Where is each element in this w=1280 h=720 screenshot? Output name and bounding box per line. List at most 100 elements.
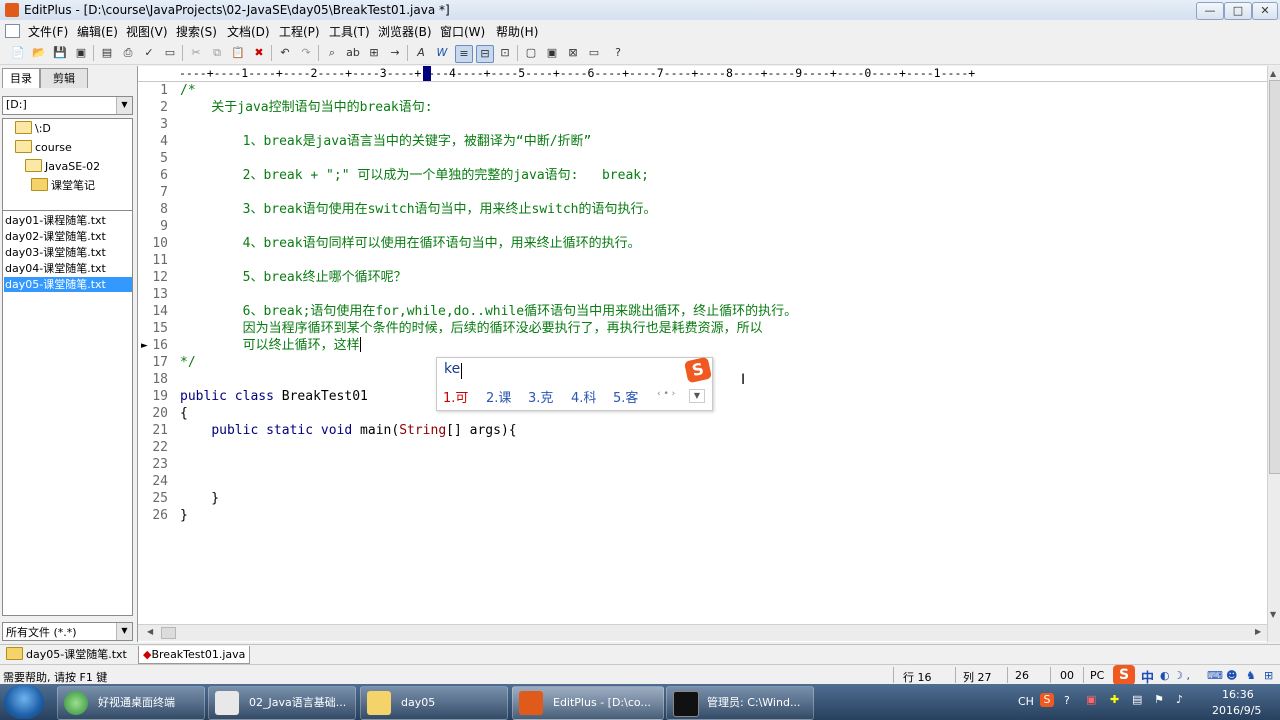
menu-edit[interactable]: 编辑(E): [77, 23, 118, 40]
doc-tab-active[interactable]: ◆BreakTest01.java: [138, 646, 251, 664]
help-tray-icon[interactable]: ?: [1064, 694, 1070, 707]
maximize-button[interactable]: □: [1224, 2, 1252, 20]
scroll-down-icon[interactable]: ▼: [1270, 610, 1276, 619]
menu-project[interactable]: 工程(P): [279, 23, 320, 40]
taskbar-button[interactable]: 02_Java语言基础...: [208, 686, 356, 720]
open-folder-icon[interactable]: 📂: [31, 45, 47, 61]
clock-time[interactable]: 16:36: [1222, 688, 1254, 701]
menu-tools[interactable]: 工具(T): [329, 23, 370, 40]
chevron-down-icon[interactable]: ▼: [689, 389, 705, 403]
save-icon[interactable]: 💾: [52, 45, 68, 61]
browser-icon[interactable]: ▣: [544, 45, 560, 61]
folder-item[interactable]: 课堂笔记: [31, 178, 95, 194]
save-all-icon[interactable]: ▣: [73, 45, 89, 61]
scrollbar-thumb[interactable]: [161, 627, 176, 639]
word-wrap-icon[interactable]: W: [434, 45, 450, 61]
file-item-selected[interactable]: day05-课堂随笔.txt: [4, 277, 132, 292]
close-button[interactable]: ✕: [1252, 2, 1278, 20]
help-icon[interactable]: ?: [610, 45, 626, 61]
scroll-right-icon[interactable]: ▶: [1255, 627, 1261, 636]
ime-candidate[interactable]: 4.科: [571, 387, 596, 406]
menu-help[interactable]: 帮助(H): [496, 23, 538, 40]
doc-tab[interactable]: day05-课堂随笔.txt: [2, 646, 131, 663]
start-button[interactable]: [4, 685, 44, 719]
menu-view[interactable]: 视图(V): [126, 23, 168, 40]
print-icon[interactable]: ⎙: [120, 45, 136, 61]
shirt-icon[interactable]: ♞: [1246, 669, 1256, 682]
scrollbar-thumb[interactable]: [1269, 80, 1280, 474]
find-icon[interactable]: ⌕: [324, 45, 340, 61]
file-filter-selector[interactable]: 所有文件 (*.*) ▼: [2, 622, 133, 641]
grid-icon[interactable]: ⊞: [1264, 669, 1273, 682]
flag-tray-icon[interactable]: ⚑: [1154, 693, 1164, 706]
new-file-icon[interactable]: 📄: [10, 45, 26, 61]
cut-icon[interactable]: ✂: [188, 45, 204, 61]
paste-icon[interactable]: 📋: [230, 45, 246, 61]
copy-icon[interactable]: ⧉: [209, 45, 225, 61]
horizontal-scrollbar[interactable]: ◀ ▶: [138, 624, 1267, 641]
tab-directory[interactable]: 目录: [2, 68, 40, 88]
file-item[interactable]: day02-课堂随笔.txt: [4, 229, 132, 244]
keyboard-icon[interactable]: ⌨: [1207, 669, 1223, 682]
volume-tray-icon[interactable]: ♪: [1176, 693, 1183, 706]
file-item[interactable]: day03-课堂随笔.txt: [4, 245, 132, 260]
menu-file[interactable]: 文件(F): [28, 23, 68, 40]
find-in-files-icon[interactable]: ⊞: [366, 45, 382, 61]
folder-item[interactable]: JavaSE-02: [25, 159, 100, 175]
replace-icon[interactable]: ab: [345, 45, 361, 61]
delete-icon[interactable]: ✖: [251, 45, 267, 61]
ime-candidate-window[interactable]: ke S 1.可 2.课 3.克 4.科 5.客 ‹ • › ▼: [436, 356, 713, 411]
taskbar-button[interactable]: 好视通桌面终端: [57, 686, 205, 720]
undo-icon[interactable]: ↶: [277, 45, 293, 61]
file-item[interactable]: day04-课堂随笔.txt: [4, 261, 132, 276]
screen-icon[interactable]: ▢: [523, 45, 539, 61]
network-tray-icon[interactable]: ▤: [1132, 693, 1142, 706]
scroll-left-icon[interactable]: ◀: [147, 627, 153, 636]
user-icon[interactable]: ☻: [1226, 669, 1237, 682]
chevron-down-icon[interactable]: ▼: [116, 623, 132, 640]
tray-lang[interactable]: CH: [1018, 695, 1034, 708]
tools-icon[interactable]: ⊠: [565, 45, 581, 61]
type-name: String: [399, 423, 447, 438]
ime-candidate[interactable]: 2.课: [486, 387, 511, 406]
chevron-down-icon[interactable]: ▼: [116, 97, 132, 114]
scroll-up-icon[interactable]: ▲: [1270, 69, 1276, 78]
file-item[interactable]: day01-课程随笔.txt: [4, 213, 132, 228]
taskbar-button[interactable]: 管理员: C:\Wind...: [666, 686, 814, 720]
tab-cliptext[interactable]: 剪辑: [40, 68, 88, 88]
window-icon[interactable]: ▭: [586, 45, 602, 61]
print-preview-icon[interactable]: ▤: [99, 45, 115, 61]
ruler-toggle-icon[interactable]: ⊟: [476, 45, 494, 63]
ime-toolbar-icons[interactable]: ◐ ☽ ,: [1160, 669, 1190, 682]
add-tray-icon[interactable]: ✚: [1110, 693, 1119, 706]
code-editor[interactable]: ----+----1----+----2----+----3----+----4…: [137, 66, 1268, 642]
ime-candidate[interactable]: 3.克: [528, 387, 553, 406]
clock-date[interactable]: 2016/9/5: [1212, 704, 1261, 717]
menu-search[interactable]: 搜索(S): [176, 23, 217, 40]
document-menu-icon[interactable]: [5, 24, 20, 38]
folder-item[interactable]: course: [15, 140, 72, 156]
page-icon[interactable]: ▭: [162, 45, 178, 61]
minimize-button[interactable]: —: [1196, 2, 1224, 20]
menu-window[interactable]: 窗口(W): [440, 23, 485, 40]
ime-candidate[interactable]: 1.可: [443, 387, 468, 406]
redo-icon[interactable]: ↷: [298, 45, 314, 61]
menu-document[interactable]: 文档(D): [227, 23, 270, 40]
ime-candidate[interactable]: 5.客: [613, 387, 638, 406]
line-number: 8: [160, 202, 168, 217]
line-number-toggle-icon[interactable]: ≡: [455, 45, 473, 63]
menu-browser[interactable]: 浏览器(B): [378, 23, 432, 40]
vertical-scrollbar[interactable]: ▲ ▼: [1267, 66, 1280, 642]
font-icon[interactable]: A: [413, 45, 429, 61]
folder-item[interactable]: \:D: [15, 121, 51, 137]
ime-page-arrows-icon[interactable]: ‹ • ›: [657, 389, 675, 399]
taskbar-button-active[interactable]: EditPlus - [D:\co...: [512, 686, 664, 720]
goto-icon[interactable]: →: [387, 45, 403, 61]
spellcheck-icon[interactable]: ✓: [141, 45, 157, 61]
ime-tray-icon[interactable]: ▣: [1086, 693, 1096, 706]
column-select-icon[interactable]: ⊡: [497, 45, 513, 61]
drive-selector[interactable]: [D:] ▼: [2, 96, 133, 115]
sogou-ime-icon[interactable]: S: [1113, 665, 1135, 685]
sogou-tray-icon[interactable]: S: [1040, 693, 1054, 707]
taskbar-button[interactable]: day05: [360, 686, 508, 720]
